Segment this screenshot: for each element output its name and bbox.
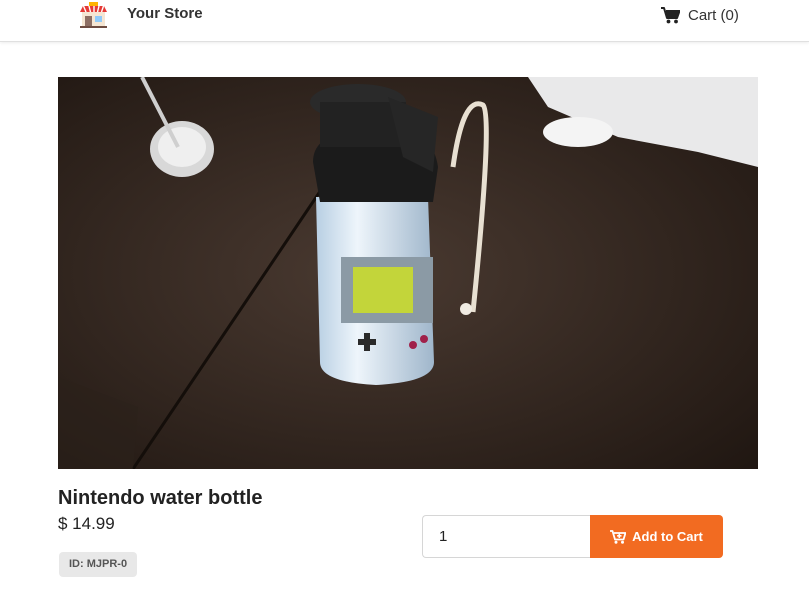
product-id-badge: ID: MJPR-0 — [59, 552, 138, 577]
cart-count: (0) — [720, 6, 739, 24]
quantity-input[interactable] — [422, 515, 591, 558]
cart-label: Cart (0) — [688, 7, 739, 24]
shopping-cart-icon — [661, 6, 681, 24]
add-to-cart-label: Add to Cart — [632, 529, 703, 544]
product-image — [58, 77, 758, 469]
cart-label-text: Cart — [688, 6, 717, 24]
storefront-icon[interactable] — [77, 2, 110, 28]
product-price: $ 14.99 — [58, 514, 115, 533]
top-navbar: Your Store Cart (0) — [0, 0, 809, 42]
add-to-cart-button[interactable]: Add to Cart — [590, 515, 723, 558]
cart-plus-icon — [610, 529, 627, 544]
product-title: Nintendo water bottle — [58, 487, 263, 509]
store-name[interactable]: Your Store — [127, 5, 203, 22]
cart-link[interactable]: Cart (0) — [661, 5, 739, 25]
